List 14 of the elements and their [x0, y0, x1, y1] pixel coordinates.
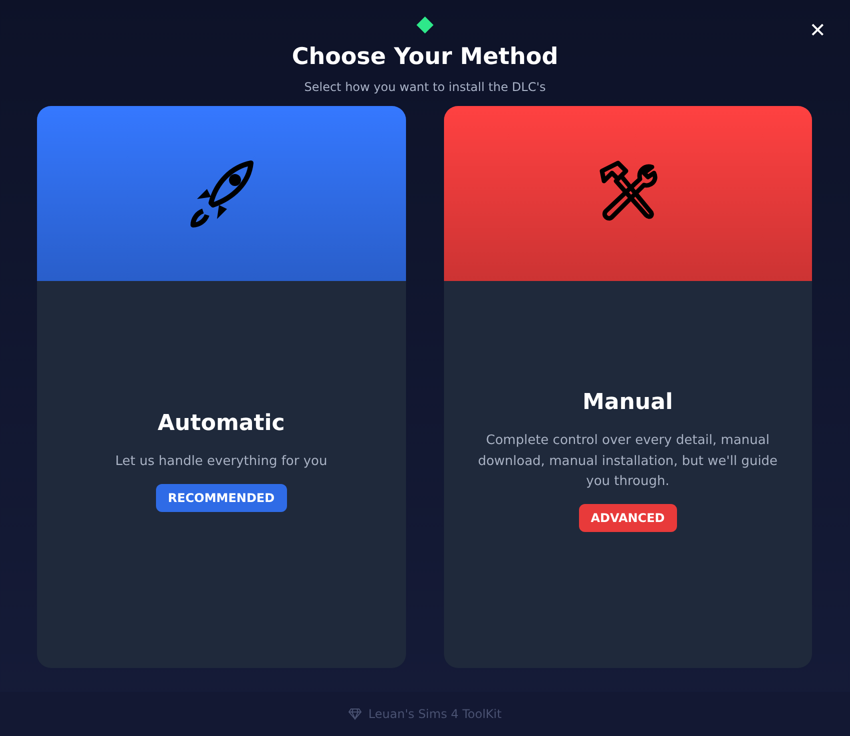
- diamond-icon: [414, 14, 436, 36]
- dialog-subtitle: Select how you want to install the DLC's: [304, 78, 546, 96]
- method-card[interactable]: Manual Complete control over every detail, manual download, manual installation, but we'll guide you through. ADVANCED: [444, 106, 812, 668]
- method-badge: ADVANCED: [578, 504, 677, 532]
- method-description: Complete control over every detail, manual download, manual installation, but we'll guide you through.: [476, 432, 779, 491]
- dialog-title: Choose Your Method: [292, 44, 558, 72]
- method-badge: RECOMMENDED: [156, 484, 287, 512]
- footer-text: Leuan's Sims 4 ToolKit: [368, 706, 502, 723]
- method-name: Automatic: [158, 410, 285, 438]
- close-button[interactable]: ✕: [805, 18, 830, 42]
- method-name: Manual: [582, 389, 673, 418]
- method-description: Let us handle everything for you: [115, 452, 328, 471]
- diamond-icon: [348, 708, 362, 720]
- method-card[interactable]: Automatic Let us handle everything for you RECOMMENDED: [37, 106, 406, 668]
